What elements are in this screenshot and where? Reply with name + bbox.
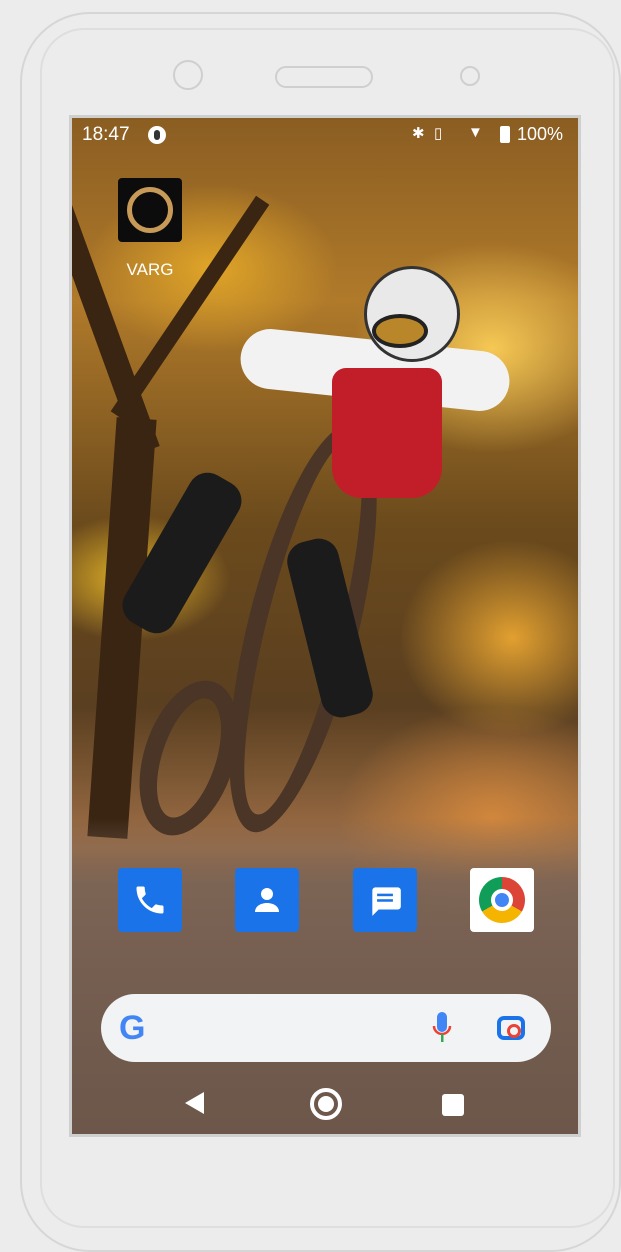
chrome-icon [479,877,525,923]
lens-icon[interactable] [497,1016,525,1040]
google-search-bar[interactable]: G [101,994,551,1062]
battery-charging-icon [500,126,510,143]
mic-icon[interactable] [431,1010,453,1046]
varg-app-label[interactable]: VARG [102,260,198,280]
chrome-app-button[interactable] [470,868,534,932]
vibrate-icon: ▯ [434,125,443,142]
varg-app-icon[interactable] [118,178,182,242]
bike-body [332,368,442,498]
helmet-visor [372,314,428,348]
front-camera-icon [173,60,203,90]
home-screen: 18:47 ✱ ▯ ▼ 100% VARG G [69,115,581,1137]
varg-ring-icon [127,187,173,233]
contacts-app-button[interactable] [235,868,299,932]
back-icon[interactable] [185,1092,204,1114]
earpiece-speaker [275,66,373,88]
phone-app-button[interactable] [118,868,182,932]
contacts-icon [235,868,299,932]
wifi-icon: ▼ [468,124,483,141]
recents-icon[interactable] [442,1094,464,1116]
bluetooth-icon: ✱ [412,125,425,142]
home-icon[interactable] [310,1088,342,1120]
battery-percent: 100% [517,124,564,144]
app-notification-icon [148,126,166,144]
messages-icon [353,868,417,932]
google-g-icon: G [119,1009,146,1047]
messages-app-button[interactable] [353,868,417,932]
sensor-icon [460,66,480,86]
rider-helmet [364,266,460,362]
status-bar: 18:47 ✱ ▯ ▼ 100% [72,118,578,152]
phone-icon [118,868,182,932]
status-time: 18:47 [82,124,130,145]
